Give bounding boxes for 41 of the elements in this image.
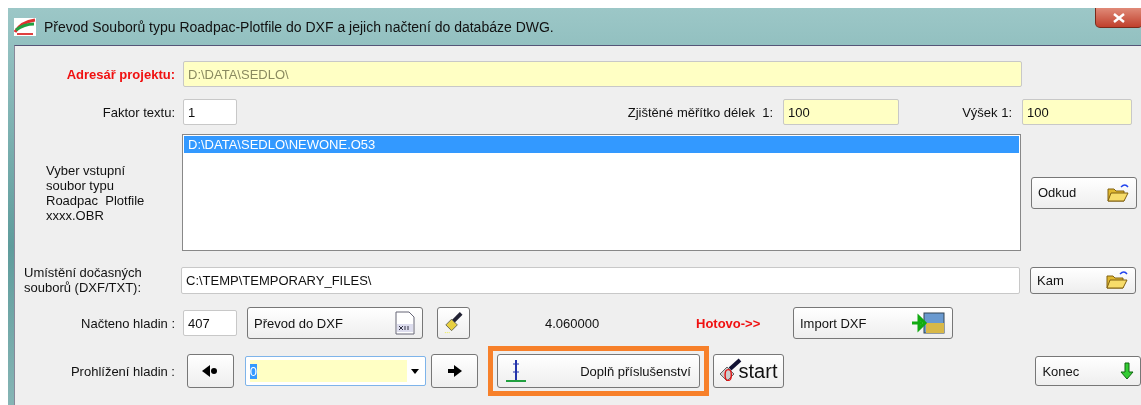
down-arrow-icon — [1120, 362, 1134, 380]
version-text: 4.060000 — [545, 315, 601, 331]
scale-length-field[interactable]: 100 — [783, 99, 899, 125]
app-logo-icon — [14, 17, 36, 36]
start-button[interactable]: 0 start — [712, 354, 785, 388]
text-factor-label: Faktor textu: — [101, 104, 176, 120]
exit-button[interactable]: Konec — [1035, 356, 1141, 386]
folder-icon — [1105, 270, 1129, 290]
close-button[interactable] — [1095, 8, 1141, 28]
scale-height-label: Výšek 1: — [961, 104, 1013, 120]
survey-pole-icon — [503, 358, 528, 384]
text-factor-field[interactable]: 1 — [183, 99, 237, 125]
dxf-file-icon — [394, 311, 416, 335]
scale-length-label: Zjištěné měřítko délek 1: — [626, 104, 774, 120]
window-title: Převod Souborů typu Roadpac-Plotfile do DXF a jejich načtení do databáze DWG. — [44, 18, 554, 35]
project-field[interactable]: D:\DATA\SEDLO\ — [183, 61, 1022, 87]
import-icon — [910, 311, 946, 335]
complete-button[interactable]: Doplň příslušenství — [496, 354, 700, 388]
temp-dir-label: Umístění dočasných souborů (DXF/TXT): — [24, 265, 143, 295]
input-file-label: Vyber vstupní soubor typu Roadpac Plotfile xxxx.OBR — [46, 162, 146, 223]
scale-height-field[interactable]: 100 — [1022, 99, 1132, 125]
brush-button[interactable] — [437, 307, 470, 339]
count-label: 0 — [723, 367, 733, 385]
source-button[interactable]: Odkud — [1031, 176, 1137, 209]
project-label: Adresář projektu: — [65, 66, 176, 82]
convert-button[interactable]: Převod do DXF — [247, 307, 423, 339]
folder-icon — [1106, 182, 1130, 203]
close-icon — [1113, 12, 1125, 23]
import-button[interactable]: Import DXF — [793, 307, 953, 339]
temp-dir-field[interactable]: C:\TEMP\TEMPORARY_FILES\ — [181, 266, 1020, 294]
previous-button[interactable] — [187, 354, 234, 388]
left-arrow-icon — [202, 365, 219, 377]
right-arrow-icon — [446, 365, 463, 377]
browse-layers-label: Prohlížení hladin : — [69, 363, 176, 379]
loaded-layers-field[interactable]: 407 — [183, 310, 237, 336]
done-label: Hotovo->> — [696, 315, 762, 331]
layer-value: 0 — [249, 363, 258, 379]
brush-icon — [442, 311, 465, 335]
loaded-layers-label: Načteno hladin : — [80, 315, 176, 331]
next-button[interactable] — [430, 354, 478, 388]
target-button[interactable]: Kam — [1030, 266, 1136, 294]
